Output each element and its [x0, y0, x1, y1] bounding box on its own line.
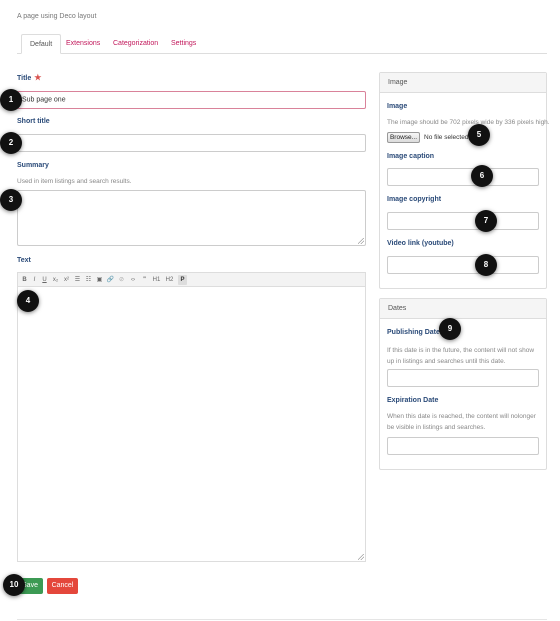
marker-4: 4 [17, 290, 39, 312]
subscript-icon[interactable]: x₂ [51, 275, 60, 285]
marker-3: 3 [0, 189, 22, 211]
numbered-list-icon[interactable]: ☷ [84, 275, 93, 285]
image-label: Image [387, 103, 408, 110]
tab-settings[interactable]: Settings [163, 34, 204, 54]
required-star-icon: ★ [34, 73, 42, 82]
tab-bar: Default Extensions Categorization Settin… [17, 34, 547, 54]
heading1-icon[interactable]: H1 [151, 275, 162, 285]
file-status: No file selected. [424, 134, 471, 141]
footer-divider [17, 619, 547, 620]
editor-toolbar: B I U x₂ x² ☰ ☷ ▣ 🔗 ⊘ ‹› " H1 H2 P [17, 272, 366, 286]
dates-panel-heading: Dates [380, 299, 546, 319]
title-input-value: Sub page one [22, 96, 66, 104]
heading2-icon[interactable]: H2 [164, 275, 175, 285]
image-icon[interactable]: ▣ [95, 275, 104, 285]
italic-icon[interactable]: I [31, 275, 38, 285]
title-input[interactable]: Sub page one [17, 91, 366, 109]
bold-icon[interactable]: B [21, 275, 28, 285]
short-title-input[interactable] [17, 134, 366, 152]
cancel-button[interactable]: Cancel [47, 578, 78, 594]
marker-5: 5 [468, 124, 490, 146]
marker-9: 9 [439, 318, 461, 340]
image-copyright-input[interactable] [387, 212, 539, 230]
resize-handle-icon[interactable] [358, 238, 364, 244]
superscript-icon[interactable]: x² [62, 275, 71, 285]
page-subtitle: A page using Deco layout [17, 13, 97, 20]
expiration-date-help: When this date is reached, the content w… [387, 413, 536, 431]
summary-help: Used in item listings and search results… [17, 178, 132, 185]
tab-categorization[interactable]: Categorization [105, 34, 166, 54]
marker-1: 1 [0, 89, 22, 111]
link-icon[interactable]: 🔗 [106, 275, 115, 285]
tab-default[interactable]: Default [21, 34, 62, 54]
image-help: The image should be 702 pixels wide by 3… [387, 119, 550, 126]
resize-handle-icon[interactable] [358, 554, 364, 560]
text-editor[interactable] [17, 286, 366, 562]
video-link-label: Video link (youtube) [387, 240, 454, 247]
publishing-date-input[interactable] [387, 369, 539, 387]
image-caption-label: Image caption [387, 153, 435, 160]
marker-8: 8 [475, 254, 497, 276]
unlink-icon[interactable]: ⊘ [117, 275, 126, 285]
marker-6: 6 [471, 165, 493, 187]
image-caption-input[interactable] [387, 168, 539, 186]
marker-7: 7 [475, 210, 497, 232]
quote-icon[interactable]: " [140, 275, 149, 285]
paragraph-icon[interactable]: P [178, 275, 187, 285]
image-copyright-label: Image copyright [387, 196, 442, 203]
summary-textarea[interactable] [17, 190, 366, 246]
title-label-text: Title [17, 75, 32, 82]
expiration-date-label: Expiration Date [387, 397, 439, 404]
code-icon[interactable]: ‹› [128, 275, 138, 285]
tab-extensions[interactable]: Extensions [58, 34, 108, 54]
browse-button[interactable]: Browse... [387, 132, 420, 143]
marker-2: 2 [0, 132, 22, 154]
text-label: Text [17, 257, 31, 264]
underline-icon[interactable]: U [41, 275, 48, 285]
bullet-list-icon[interactable]: ☰ [73, 275, 82, 285]
expiration-date-input[interactable] [387, 437, 539, 455]
short-title-label: Short title [17, 118, 50, 125]
summary-label: Summary [17, 162, 49, 169]
marker-10: 10 [3, 574, 25, 596]
video-link-input[interactable] [387, 256, 539, 274]
title-label: Title ★ [17, 73, 41, 82]
image-panel-heading: Image [380, 73, 546, 93]
publishing-date-label: Publishing Date [387, 329, 440, 336]
publishing-date-help: If this date is in the future, the conte… [387, 347, 535, 365]
